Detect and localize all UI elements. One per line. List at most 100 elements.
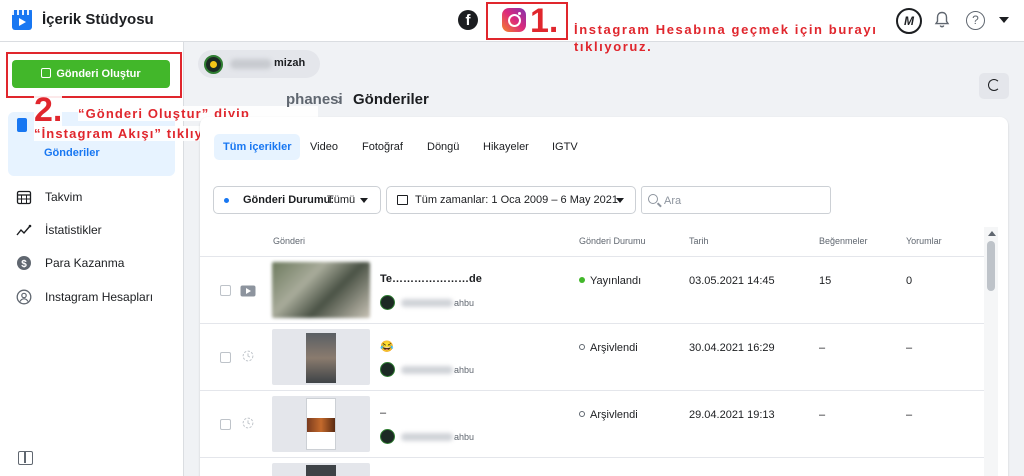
table-row[interactable]: Te…………………de ahbu Yayınlandı 03.05.2021 1…: [200, 256, 984, 323]
page-name: mizah: [274, 57, 306, 69]
post-likes: –: [819, 342, 826, 354]
tab-igtv[interactable]: IGTV: [543, 134, 587, 160]
sidebar-item-insights[interactable]: İstatistikler: [16, 218, 181, 244]
video-icon: [240, 285, 256, 297]
bell-icon[interactable]: [934, 11, 950, 29]
tab-all-content[interactable]: Tüm içerikler: [214, 134, 301, 160]
post-status-text: Arşivlendi: [590, 342, 638, 354]
post-likes: 15: [819, 275, 832, 287]
sidebar-item-posts-label: Gönderiler: [44, 147, 100, 159]
tab-stories[interactable]: Hikayeler: [474, 134, 538, 160]
post-thumbnail[interactable]: [272, 463, 370, 476]
column-header-status[interactable]: Gönderi Durumu: [579, 236, 646, 246]
account-menu-caret-icon[interactable]: [999, 17, 1009, 23]
dollar-icon: $: [17, 256, 31, 270]
story-history-icon: [242, 350, 254, 362]
post-status: Yayınlandı: [579, 275, 641, 287]
scroll-up-icon[interactable]: [988, 231, 996, 236]
tab-photo[interactable]: Fotoğraf: [353, 134, 412, 160]
story-history-icon: [242, 417, 254, 429]
post-date: 03.05.2021 14:45: [689, 275, 775, 287]
chart-icon: [16, 224, 32, 236]
account-name: ahbu: [454, 365, 475, 375]
post-thumbnail[interactable]: [272, 329, 370, 385]
account-avatar: [380, 362, 395, 377]
studio-logo-icon: [12, 10, 32, 30]
date-range-dropdown[interactable]: Tüm zamanlar: 1 Oca 2009 – 6 May 2021: [386, 186, 636, 214]
column-header-date[interactable]: Tarih: [689, 236, 709, 246]
breadcrumb-library[interactable]: phanesi: [286, 91, 343, 108]
status-published-dot-icon: [579, 277, 585, 283]
table-scrollbar[interactable]: [984, 227, 998, 476]
sidebar-item-monetization[interactable]: $ Para Kazanma: [16, 251, 181, 277]
status-filter-value: Tümü: [327, 194, 356, 206]
scroll-thumb[interactable]: [987, 241, 995, 291]
page-name-blurred: [230, 59, 272, 69]
content-library-icon: [17, 118, 27, 132]
search-icon: [648, 194, 658, 204]
post-thumbnail[interactable]: [272, 262, 370, 318]
svg-text:$: $: [21, 259, 27, 270]
status-filter-label: Gönderi Durumu:: [243, 194, 335, 206]
page-selector[interactable]: mizah: [198, 50, 320, 78]
row-checkbox[interactable]: [220, 419, 231, 430]
sidebar-item-label: Takvim: [45, 190, 83, 204]
table-row[interactable]: – ahbu Arşivlendi 29.04.2021 19:13 – –: [200, 390, 984, 457]
post-status: Arşivlendi: [579, 409, 638, 421]
row-checkbox[interactable]: [220, 285, 231, 296]
refresh-button[interactable]: [979, 73, 1009, 99]
sidebar-item-instagram-accounts[interactable]: Instagram Hesapları: [16, 285, 181, 311]
help-icon[interactable]: ?: [966, 11, 985, 30]
tab-loop[interactable]: Döngü: [418, 134, 468, 160]
column-header-post[interactable]: Gönderi: [273, 236, 305, 246]
sidebar-item-calendar[interactable]: Takvim: [16, 185, 181, 211]
annotation-step2-number: 2.: [34, 90, 63, 130]
profile-avatar[interactable]: M: [896, 8, 922, 34]
create-post-button[interactable]: Gönderi Oluştur: [12, 60, 170, 88]
column-header-likes[interactable]: Beğenmeler: [819, 236, 868, 246]
sidebar-item-label: Para Kazanma: [45, 256, 125, 270]
breadcrumb-separator: ›: [337, 91, 342, 108]
post-title[interactable]: Te…………………de: [380, 273, 482, 285]
page-avatar: [204, 55, 223, 74]
post-status: Arşivlendi: [579, 342, 638, 354]
post-comments: –: [906, 409, 913, 421]
content-panel: Tüm içerikler Video Fotoğraf Döngü Hikay…: [200, 117, 1008, 476]
post-title[interactable]: 😂: [380, 340, 394, 353]
tab-video[interactable]: Video: [301, 134, 347, 160]
chevron-down-icon: [360, 198, 368, 203]
search-input[interactable]: [664, 191, 824, 210]
account-avatar: [380, 295, 395, 310]
search-box[interactable]: [641, 186, 831, 214]
edit-icon: [41, 68, 52, 78]
sidebar: Gönderiler Takvim İstatistikler $ Para K…: [0, 42, 318, 476]
post-date: 30.04.2021 16:29: [689, 342, 775, 354]
calendar-icon: [397, 195, 408, 205]
accounts-icon: [16, 289, 32, 305]
sidebar-item-label: Instagram Hesapları: [45, 290, 154, 304]
chevron-down-icon: [616, 198, 624, 203]
facebook-icon[interactable]: f: [458, 10, 478, 30]
post-comments: 0: [906, 275, 913, 287]
post-thumbnail[interactable]: [272, 396, 370, 452]
app-title: İçerik Stüdyosu: [42, 11, 154, 28]
account-avatar: [380, 429, 395, 444]
status-filter-dropdown[interactable]: Gönderi Durumu: Tümü: [213, 186, 381, 214]
annotation-step1-text: İnstagram Hesabına geçmek için burayı tı…: [574, 22, 878, 54]
account-name-blurred: [401, 433, 453, 441]
table-row[interactable]: 😂 ahbu Arşivlendi 30.04.2021 16:29 – –: [200, 323, 984, 390]
table-row[interactable]: [200, 457, 984, 476]
instagram-icon[interactable]: [502, 8, 526, 32]
page-title: Gönderiler: [353, 91, 429, 108]
column-header-comments[interactable]: Yorumlar: [906, 236, 942, 246]
collapse-sidebar-icon[interactable]: [18, 451, 33, 465]
account-name-blurred: [401, 366, 453, 374]
post-title[interactable]: –: [380, 407, 386, 419]
post-likes: –: [819, 409, 826, 421]
status-archived-dot-icon: [579, 344, 585, 350]
date-range-label: Tüm zamanlar: 1 Oca 2009 – 6 May 2021: [415, 194, 618, 206]
account-name-blurred: [401, 299, 453, 307]
row-checkbox[interactable]: [220, 352, 231, 363]
top-bar: İçerik Stüdyosu f 1. İnstagram Hesabına …: [0, 0, 1024, 54]
create-post-label: Gönderi Oluştur: [56, 68, 141, 80]
